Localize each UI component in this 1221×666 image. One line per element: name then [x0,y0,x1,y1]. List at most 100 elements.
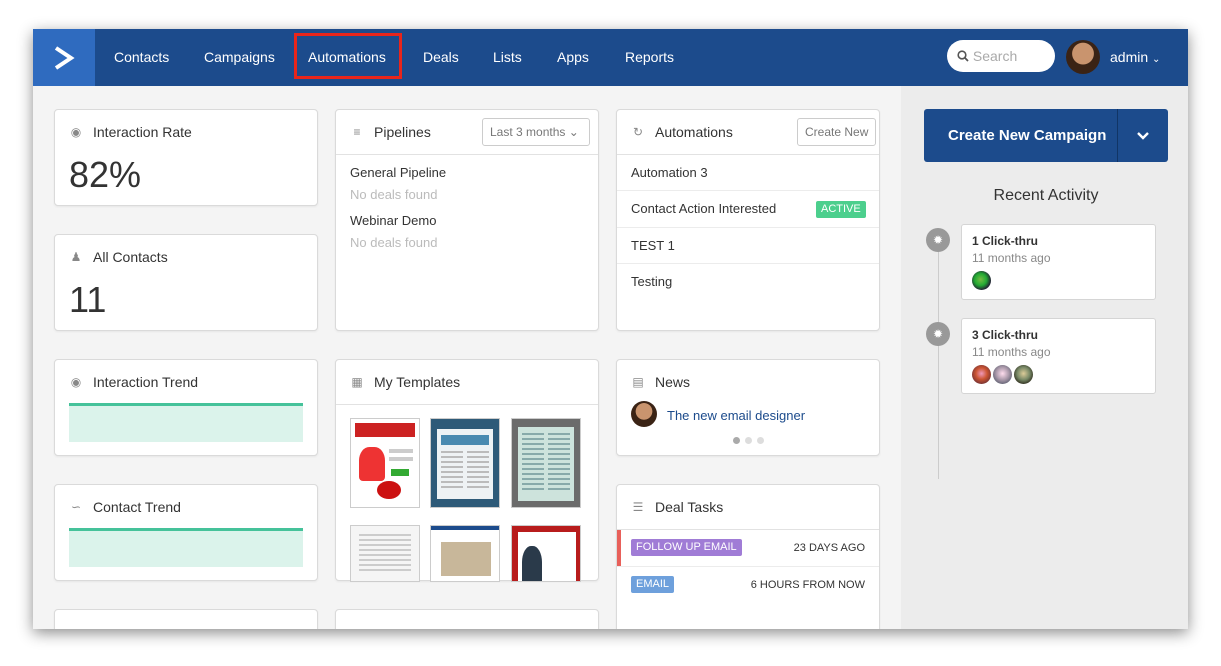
logo-chevron-icon [54,45,75,70]
automations-highlight [294,33,402,79]
task-time: 23 DAYS AGO [793,542,865,554]
chevron-down-icon: ⌄ [568,125,579,139]
active-badge: ACTIVE [816,201,866,218]
task-urgent-marker [617,530,621,566]
chevron-down-icon: ⌄ [1152,54,1161,65]
nav-campaigns[interactable]: Campaigns [204,29,275,86]
interaction-trend-card: ◉ Interaction Trend [54,359,318,456]
activity-time: 11 months ago [972,251,1051,265]
template-thumbnail-portfolio[interactable] [430,525,500,582]
task-type-badge: EMAIL [631,576,675,593]
chevron-down-icon[interactable] [1136,131,1150,141]
contact-avatar[interactable] [1014,365,1033,384]
trend-icon: ∽ [70,500,82,514]
click-icon: ✹ [926,228,950,252]
divider [336,154,598,155]
pipeline-name[interactable]: Webinar Demo [350,213,436,228]
nav-reports[interactable]: Reports [625,29,674,86]
contact-trend-card: ∽ Contact Trend [54,484,318,581]
automation-item[interactable]: Contact Action Interested [631,201,776,216]
interaction-rate-title: Interaction Rate [93,124,192,140]
templates-card: ▦ My Templates [335,359,599,582]
template-thumbnail-green[interactable] [511,418,581,508]
search-icon [957,50,969,62]
divider [617,190,879,191]
template-thumbnail-holiday[interactable] [350,418,420,508]
top-nav: Contacts Campaigns Automations Deals Lis… [33,29,1188,86]
divider [617,227,879,228]
button-divider [1117,109,1118,162]
partial-card-1 [54,609,318,629]
app-window: Contacts Campaigns Automations Deals Lis… [33,29,1188,629]
building-icon: ▦ [351,375,363,389]
contact-avatar[interactable] [972,271,991,290]
contact-avatar[interactable] [972,365,991,384]
carousel-dot[interactable] [757,437,764,444]
automation-item[interactable]: Testing [631,274,672,289]
pipelines-filter-label: Last 3 months [490,125,566,139]
news-title: News [655,374,691,390]
create-campaign-button[interactable]: Create New Campaign [924,109,1168,162]
activity-item[interactable]: 1 Click-thru 11 months ago [961,224,1156,300]
eye-icon: ◉ [70,375,82,389]
all-contacts-title: All Contacts [93,249,168,265]
divider [617,263,879,264]
search-input[interactable]: Search [947,40,1055,72]
pipelines-filter-select[interactable]: Last 3 months ⌄ [482,118,590,146]
user-avatar[interactable] [1066,40,1100,74]
template-thumbnail-text[interactable] [350,525,420,582]
pipeline-status: No deals found [350,235,438,250]
news-author-avatar [631,401,657,427]
click-icon: ✹ [926,322,950,346]
deal-tasks-card: ☰ Deal Tasks FOLLOW UP EMAIL 23 DAYS AGO … [616,484,880,629]
interaction-rate-card: ◉ Interaction Rate 82% [54,109,318,206]
person-icon: ♟ [70,250,82,264]
divider [336,404,598,405]
carousel-dot-active[interactable] [733,437,740,444]
search-placeholder: Search [972,48,1018,64]
create-automation-button[interactable]: Create New [797,118,877,146]
recent-activity-title: Recent Activity [993,187,1099,204]
logo[interactable] [33,29,95,86]
news-card: ▤ News The new email designer [616,359,880,456]
pipelines-card: ≡ Pipelines Last 3 months ⌄ General Pipel… [335,109,599,331]
list-icon: ☰ [632,500,644,514]
carousel-dots[interactable] [733,437,764,444]
task-type-badge: FOLLOW UP EMAIL [631,539,742,556]
nav-lists[interactable]: Lists [493,29,522,86]
interaction-trend-title: Interaction Trend [93,374,199,390]
automation-item[interactable]: Automation 3 [631,165,708,180]
carousel-dot[interactable] [745,437,752,444]
interaction-rate-value: 82% [69,154,142,195]
activity-title: 1 Click-thru [972,234,1039,248]
template-thumbnail-teal[interactable] [430,418,500,508]
activity-time: 11 months ago [972,345,1051,359]
nav-deals[interactable]: Deals [423,29,459,86]
user-name: admin [1110,49,1149,65]
task-time: 6 HOURS FROM NOW [750,579,865,591]
templates-title: My Templates [374,374,461,390]
divider [617,566,879,567]
interaction-trend-area [69,406,303,442]
contact-avatar[interactable] [993,365,1012,384]
all-contacts-value: 11 [69,279,107,320]
template-thumbnail-red[interactable] [511,525,581,582]
pipeline-icon: ≡ [353,125,361,139]
partial-card-2 [335,609,599,629]
contact-trend-title: Contact Trend [93,499,181,515]
refresh-icon: ↻ [632,125,644,139]
activity-title: 3 Click-thru [972,328,1039,342]
nav-apps[interactable]: Apps [557,29,589,86]
create-campaign-label: Create New Campaign [948,127,1107,144]
pipeline-status: No deals found [350,187,438,202]
automation-item[interactable]: TEST 1 [631,238,675,253]
pipelines-title: Pipelines [374,124,431,140]
nav-contacts[interactable]: Contacts [114,29,169,86]
user-menu[interactable]: admin ⌄ [1110,29,1160,86]
news-headline[interactable]: The new email designer [667,408,805,423]
activity-item[interactable]: 3 Click-thru 11 months ago [961,318,1156,394]
deal-tasks-title: Deal Tasks [655,499,724,515]
pipeline-name[interactable]: General Pipeline [350,165,446,180]
timeline-line [938,239,939,479]
divider [617,154,879,155]
